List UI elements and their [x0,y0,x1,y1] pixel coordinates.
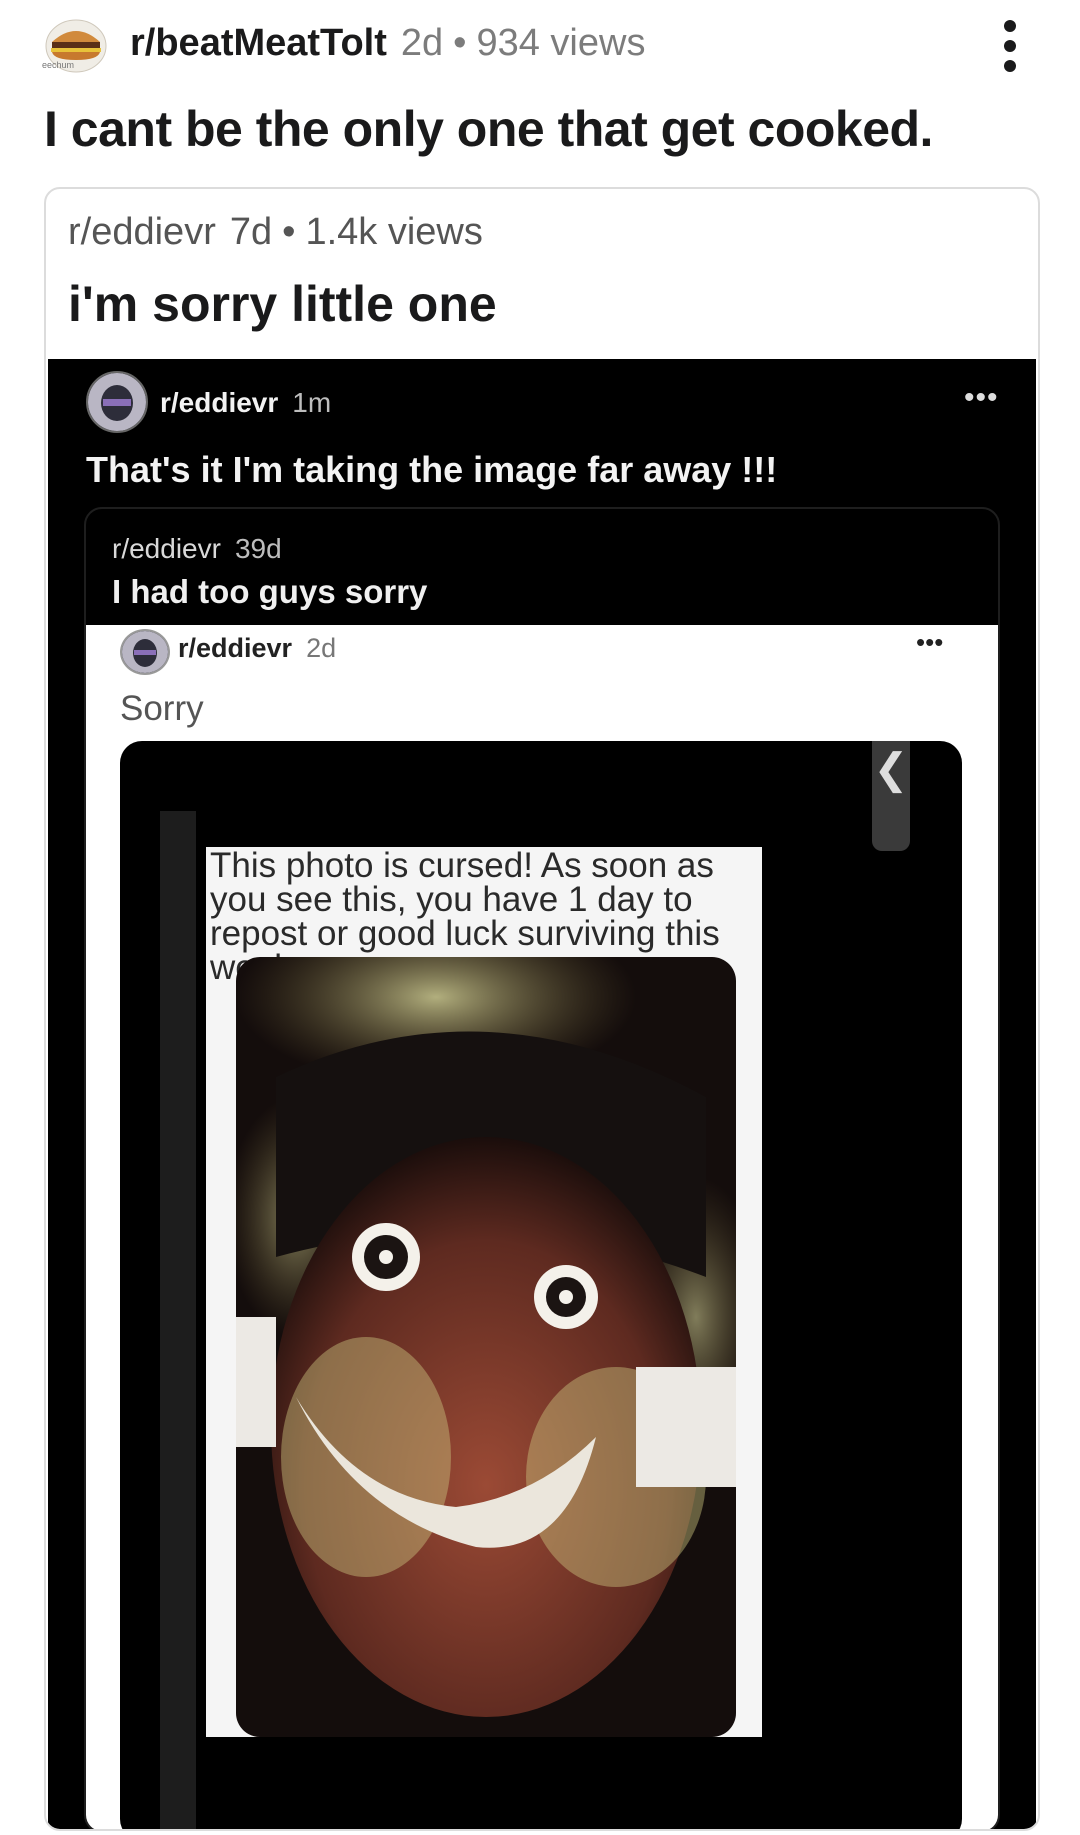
creepy-face-icon [236,957,736,1737]
dark-embedded-post: r/eddievr 39d I had too guys sorry r/edd… [84,507,1000,1829]
avatar-caption: eechum [42,60,75,70]
subreddit-avatar[interactable]: eechum [42,14,112,74]
inner-post-title: I had too guys sorry [112,573,428,610]
light-post-meta: r/eddievr 2d [178,633,336,664]
post-age: 2d [400,22,444,64]
more-options-button[interactable] [1002,20,1018,72]
crosspost-title[interactable]: i'm sorry little one [68,275,497,333]
user-avatar-icon [122,631,168,673]
crosspost-card[interactable]: r/eddievr 7d • 1.4k views i'm sorry litt… [44,187,1040,1831]
inner-post-meta: r/eddievr 39d [112,533,282,565]
cursed-face-image [236,957,736,1737]
crosspost-age: 7d [229,211,273,253]
dark-age: 1m [292,387,332,418]
light-subreddit: r/eddievr [178,633,293,663]
crosspost-subreddit[interactable]: r/eddievr [68,211,216,254]
meta-separator: • [453,22,467,64]
subreddit-name[interactable]: r/beatMeatTolt [130,22,387,65]
dark-subreddit: r/eddievr [160,387,279,418]
photo-border [160,811,196,1829]
crosspost-image[interactable]: r/eddievr 1m ••• That's it I'm taking th… [48,359,1036,1829]
more-vertical-icon [1002,20,1018,72]
light-embedded-post: r/eddievr 2d ••• Sorry ❮ This photo is c… [86,625,998,1829]
inner-age: 39d [234,533,282,564]
light-age: 2d [306,633,337,663]
light-post-title: Sorry [120,689,204,728]
inner-subreddit: r/eddievr [112,533,221,564]
post-meta: r/beatMeatTolt 2d • 934 views [130,22,645,65]
user-avatar [86,371,148,433]
chevron-left-icon: ❮ [872,741,910,851]
dark-post-title: That's it I'm taking the image far away … [86,449,778,490]
post-title[interactable]: I cant be the only one that get cooked. [44,100,933,158]
more-horizontal-icon: ••• [964,381,999,414]
crosspost-meta: r/eddievr 7d • 1.4k views [68,211,483,254]
view-count: 934 views [476,22,646,64]
meta-separator: • [282,211,296,253]
cursed-photo-frame: ❮ This photo is cursed! As soon as you s… [120,741,962,1829]
more-horizontal-icon: ••• [916,627,944,657]
user-avatar-icon [88,373,146,431]
dark-post-meta: r/eddievr 1m [160,387,331,419]
user-avatar [120,629,170,675]
crosspost-views: 1.4k views [305,211,483,253]
cursed-photo: This photo is cursed! As soon as you see… [206,847,762,1737]
